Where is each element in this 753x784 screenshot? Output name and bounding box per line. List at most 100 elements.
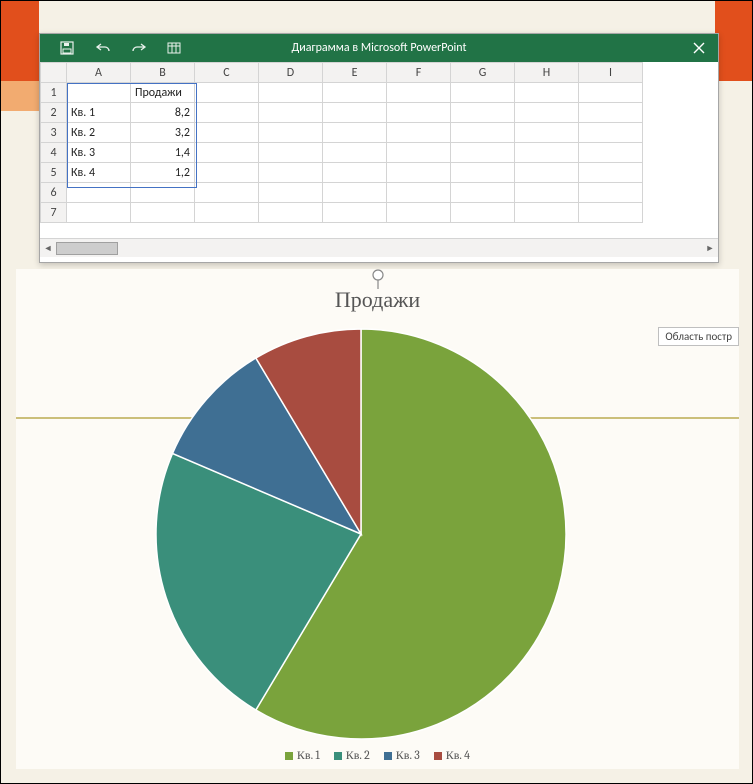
cell[interactable] <box>451 83 515 103</box>
cell[interactable] <box>67 183 131 203</box>
cell[interactable] <box>387 143 451 163</box>
cell[interactable] <box>323 143 387 163</box>
chart-legend[interactable]: Кв. 1 Кв. 2 Кв. 3 Кв. 4 <box>16 748 739 763</box>
cell[interactable] <box>515 183 579 203</box>
cell[interactable] <box>195 203 259 223</box>
cell[interactable] <box>515 143 579 163</box>
cell[interactable] <box>387 163 451 183</box>
legend-item[interactable]: Кв. 1 <box>285 748 320 763</box>
cell[interactable] <box>259 163 323 183</box>
pie-chart[interactable] <box>146 319 576 749</box>
legend-item[interactable]: Кв. 4 <box>434 748 470 763</box>
select-all-corner[interactable] <box>41 63 67 83</box>
row-header[interactable]: 5 <box>41 163 67 183</box>
cell[interactable] <box>451 183 515 203</box>
col-header[interactable]: F <box>387 63 451 83</box>
cell[interactable] <box>323 123 387 143</box>
row-header[interactable]: 3 <box>41 123 67 143</box>
cell[interactable] <box>195 123 259 143</box>
scrollbar-horizontal[interactable]: ◄ ► <box>40 238 718 257</box>
col-header[interactable]: I <box>579 63 643 83</box>
cell[interactable] <box>131 183 195 203</box>
cell-a4[interactable]: Кв. 3 <box>67 143 131 163</box>
cell[interactable] <box>387 203 451 223</box>
col-header[interactable]: B <box>131 63 195 83</box>
cell[interactable] <box>515 83 579 103</box>
cell[interactable] <box>323 183 387 203</box>
cell-b2[interactable]: 8,2 <box>131 103 195 123</box>
legend-item[interactable]: Кв. 2 <box>334 748 370 763</box>
legend-item[interactable]: Кв. 3 <box>384 748 420 763</box>
cell[interactable] <box>195 183 259 203</box>
cell[interactable] <box>579 203 643 223</box>
rotate-handle-icon[interactable] <box>371 269 385 294</box>
cell[interactable] <box>579 103 643 123</box>
cell[interactable] <box>451 123 515 143</box>
cell[interactable] <box>259 203 323 223</box>
cell[interactable] <box>579 183 643 203</box>
cell[interactable] <box>451 203 515 223</box>
cell[interactable] <box>515 163 579 183</box>
col-header[interactable]: H <box>515 63 579 83</box>
scroll-left-icon[interactable]: ◄ <box>42 242 54 254</box>
cell-a1[interactable] <box>67 83 131 103</box>
cell-b1[interactable]: Продажи <box>131 83 195 103</box>
row-header[interactable]: 6 <box>41 183 67 203</box>
cell[interactable] <box>195 163 259 183</box>
row-header[interactable]: 4 <box>41 143 67 163</box>
cell[interactable] <box>387 123 451 143</box>
row-header[interactable]: 7 <box>41 203 67 223</box>
col-header[interactable]: D <box>259 63 323 83</box>
cell[interactable] <box>515 103 579 123</box>
cell[interactable] <box>387 103 451 123</box>
close-button[interactable] <box>690 39 708 57</box>
cell-b3[interactable]: 3,2 <box>131 123 195 143</box>
slide-chart-container[interactable]: Продажи Область постр Кв. 1 Кв. 2 Кв. 3 … <box>16 269 739 769</box>
cell[interactable] <box>259 83 323 103</box>
cell[interactable] <box>259 143 323 163</box>
redo-icon[interactable] <box>130 39 148 57</box>
save-icon[interactable] <box>58 39 76 57</box>
cell[interactable] <box>579 143 643 163</box>
cell[interactable] <box>323 83 387 103</box>
cell[interactable] <box>323 163 387 183</box>
row-header[interactable]: 2 <box>41 103 67 123</box>
cell[interactable] <box>323 103 387 123</box>
cell[interactable] <box>515 123 579 143</box>
cell[interactable] <box>387 83 451 103</box>
cell[interactable] <box>195 103 259 123</box>
col-header[interactable]: E <box>323 63 387 83</box>
col-header[interactable]: A <box>67 63 131 83</box>
scroll-right-icon[interactable]: ► <box>704 242 716 254</box>
cell[interactable] <box>67 203 131 223</box>
titlebar[interactable]: Диаграмма в Microsoft PowerPoint <box>40 34 718 62</box>
cell[interactable] <box>515 203 579 223</box>
cell-b5[interactable]: 1,2 <box>131 163 195 183</box>
scroll-thumb[interactable] <box>56 242 118 255</box>
cell-b4[interactable]: 1,4 <box>131 143 195 163</box>
undo-icon[interactable] <box>94 39 112 57</box>
cell-a3[interactable]: Кв. 2 <box>67 123 131 143</box>
cell[interactable] <box>259 103 323 123</box>
cell[interactable] <box>387 183 451 203</box>
ribbon-edge-right <box>715 1 752 81</box>
spreadsheet-grid[interactable]: A B C D E F G H I 1 Продажи 2 <box>40 62 718 238</box>
edit-data-icon[interactable] <box>166 39 184 57</box>
cell[interactable] <box>451 103 515 123</box>
col-header[interactable]: C <box>195 63 259 83</box>
cell[interactable] <box>259 183 323 203</box>
row-header[interactable]: 1 <box>41 83 67 103</box>
cell[interactable] <box>451 163 515 183</box>
cell[interactable] <box>323 203 387 223</box>
cell-a5[interactable]: Кв. 4 <box>67 163 131 183</box>
cell[interactable] <box>195 83 259 103</box>
cell[interactable] <box>451 143 515 163</box>
col-header[interactable]: G <box>451 63 515 83</box>
cell[interactable] <box>579 83 643 103</box>
cell[interactable] <box>131 203 195 223</box>
cell-a2[interactable]: Кв. 1 <box>67 103 131 123</box>
cell[interactable] <box>579 163 643 183</box>
cell[interactable] <box>259 123 323 143</box>
cell[interactable] <box>579 123 643 143</box>
cell[interactable] <box>195 143 259 163</box>
